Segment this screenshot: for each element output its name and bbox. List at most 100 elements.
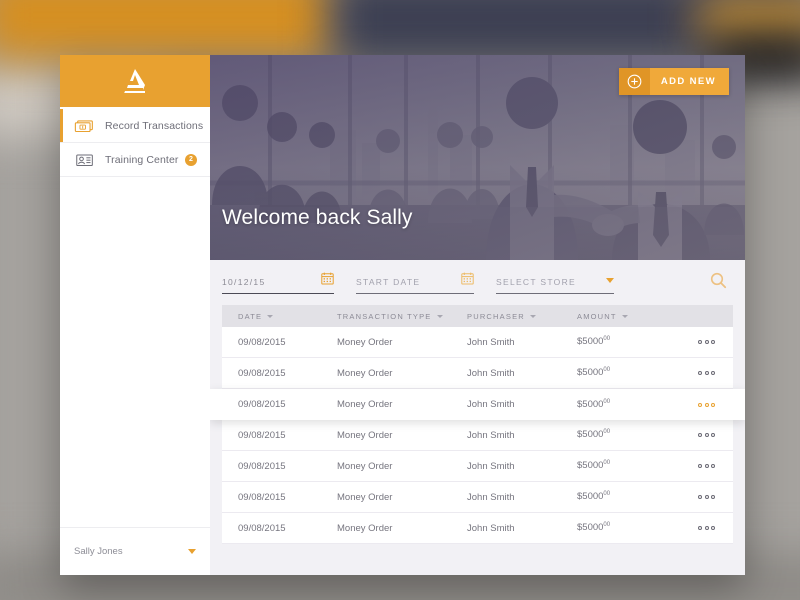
menu-dot-icon	[704, 433, 709, 437]
amount-value: $5000	[577, 336, 604, 348]
menu-dot-icon	[711, 371, 715, 375]
cell-purchaser: John Smith	[467, 399, 515, 410]
table-row[interactable]: 09/08/2015 Money Order John Smith $500000	[222, 513, 733, 544]
row-actions-menu[interactable]	[698, 340, 715, 344]
table-row[interactable]: 09/08/2015 Money Order John Smith $500000	[222, 358, 733, 389]
menu-dot-icon	[711, 464, 715, 468]
menu-dot-icon	[711, 433, 715, 437]
sidebar-item-badge: 2	[185, 153, 197, 166]
app-window: Record Transactions Training Center 2 Sa…	[60, 55, 745, 575]
amount-value: $5000	[577, 367, 604, 379]
add-new-button[interactable]: ADD NEW	[618, 68, 729, 95]
menu-dot-icon	[698, 340, 702, 344]
menu-dot-icon	[711, 402, 715, 407]
table-row[interactable]: 09/08/2015 Money Order John Smith $500000	[222, 482, 733, 513]
chevron-down-icon[interactable]	[188, 549, 196, 554]
chevron-down-icon[interactable]	[606, 278, 614, 283]
amount-cents: 00	[603, 367, 611, 374]
hero-banner: Welcome back Sally ADD NEW	[210, 55, 745, 260]
cell-purchaser: John Smith	[467, 460, 515, 472]
sidebar-item-training-center[interactable]: Training Center 2	[60, 143, 210, 177]
menu-dot-icon	[704, 526, 709, 530]
row-actions-menu[interactable]	[698, 526, 715, 530]
user-name-label: Sally Jones	[74, 546, 123, 557]
logo-block[interactable]	[60, 55, 210, 107]
backdrop-orange-right	[700, 0, 800, 38]
store-select[interactable]: SELECT STORE	[496, 272, 614, 294]
store-select-placeholder: SELECT STORE	[496, 277, 577, 287]
column-label: PURCHASER	[467, 311, 525, 321]
cell-transaction-type: Money Order	[337, 367, 393, 379]
sidebar-item-record-transactions[interactable]: Record Transactions	[60, 109, 210, 143]
cell-transaction-type: Money Order	[337, 522, 393, 534]
app-logo-icon	[124, 69, 145, 93]
amount-value: $5000	[577, 399, 604, 411]
cell-purchaser: John Smith	[467, 522, 515, 534]
cell-amount: $500000	[577, 367, 698, 378]
search-button[interactable]	[710, 272, 727, 294]
column-label: DATE	[238, 311, 263, 321]
row-actions-menu[interactable]	[698, 464, 715, 468]
menu-dot-icon	[704, 495, 709, 499]
cell-purchaser: John Smith	[467, 367, 515, 379]
cell-transaction-type: Money Order	[337, 399, 393, 410]
calendar-icon[interactable]	[461, 272, 474, 290]
cell-amount: $500000	[577, 491, 698, 502]
amount-cents: 00	[603, 491, 611, 498]
menu-dot-icon	[698, 433, 702, 437]
amount-cents: 00	[603, 460, 611, 467]
calendar-icon[interactable]	[321, 272, 334, 290]
cell-purchaser: John Smith	[467, 429, 515, 441]
column-header-purchaser[interactable]: PURCHASER	[467, 312, 577, 321]
column-header-date[interactable]: DATE	[222, 312, 337, 321]
filter-bar: 10/12/15 START DATE SELECT STORE	[210, 260, 745, 305]
id-card-icon	[76, 153, 93, 166]
date-filter-value: 10/12/15	[222, 277, 266, 287]
menu-dot-icon	[698, 526, 702, 530]
amount-cents: 00	[603, 429, 611, 436]
sidebar-nav: Record Transactions Training Center 2	[60, 107, 210, 177]
start-date-filter-input[interactable]: START DATE	[356, 272, 474, 294]
start-date-placeholder: START DATE	[356, 277, 421, 287]
amount-cents: 00	[603, 336, 611, 343]
menu-dot-icon	[711, 340, 715, 344]
table-row[interactable]: 09/08/2015 Money Order John Smith $500000	[222, 451, 733, 482]
amount-value: $5000	[577, 522, 604, 534]
user-account-menu[interactable]: Sally Jones	[60, 527, 210, 575]
amount-value: $5000	[577, 429, 604, 441]
column-header-transaction-type[interactable]: TRANSACTION TYPE	[337, 312, 467, 321]
amount-cents: 00	[603, 398, 611, 405]
cell-transaction-type: Money Order	[337, 460, 393, 472]
column-label: AMOUNT	[577, 311, 617, 321]
cell-amount: $500000	[577, 429, 698, 440]
cell-date: 09/08/2015	[238, 429, 286, 441]
row-actions-menu[interactable]	[698, 495, 715, 499]
search-icon	[710, 272, 727, 288]
table-row[interactable]: 09/08/2015 Money Order John Smith $500000	[222, 327, 733, 358]
row-actions-menu[interactable]	[698, 433, 715, 437]
menu-dot-icon	[711, 495, 715, 499]
column-header-amount[interactable]: AMOUNT	[577, 312, 733, 321]
page-title: Welcome back Sally	[222, 206, 413, 229]
date-filter-input[interactable]: 10/12/15	[222, 272, 334, 294]
sidebar: Record Transactions Training Center 2 Sa…	[60, 55, 210, 575]
menu-dot-icon	[711, 526, 715, 530]
table-body: 09/08/2015 Money Order John Smith $500000 09…	[210, 327, 745, 544]
sort-caret-icon	[621, 314, 628, 318]
table-header-row: DATE TRANSACTION TYPE PURCHASER AMOUNT	[222, 305, 733, 327]
cell-purchaser: John Smith	[467, 336, 515, 348]
amount-cents: 00	[603, 522, 611, 529]
sort-caret-icon	[267, 314, 274, 318]
row-actions-menu[interactable]	[698, 371, 715, 375]
table-row[interactable]: 09/08/2015 Money Order John Smith $500000	[210, 389, 745, 420]
sort-caret-icon	[436, 314, 443, 318]
amount-value: $5000	[577, 491, 604, 503]
row-actions-menu[interactable]	[698, 402, 715, 407]
table-row[interactable]: 09/08/2015 Money Order John Smith $500000	[222, 420, 733, 451]
menu-dot-icon	[698, 464, 702, 468]
main-content: Welcome back Sally ADD NEW 10/12/15 STAR…	[210, 55, 745, 575]
plus-circle-icon	[618, 68, 650, 95]
cell-date: 09/08/2015	[238, 367, 286, 379]
menu-dot-icon	[704, 340, 709, 344]
